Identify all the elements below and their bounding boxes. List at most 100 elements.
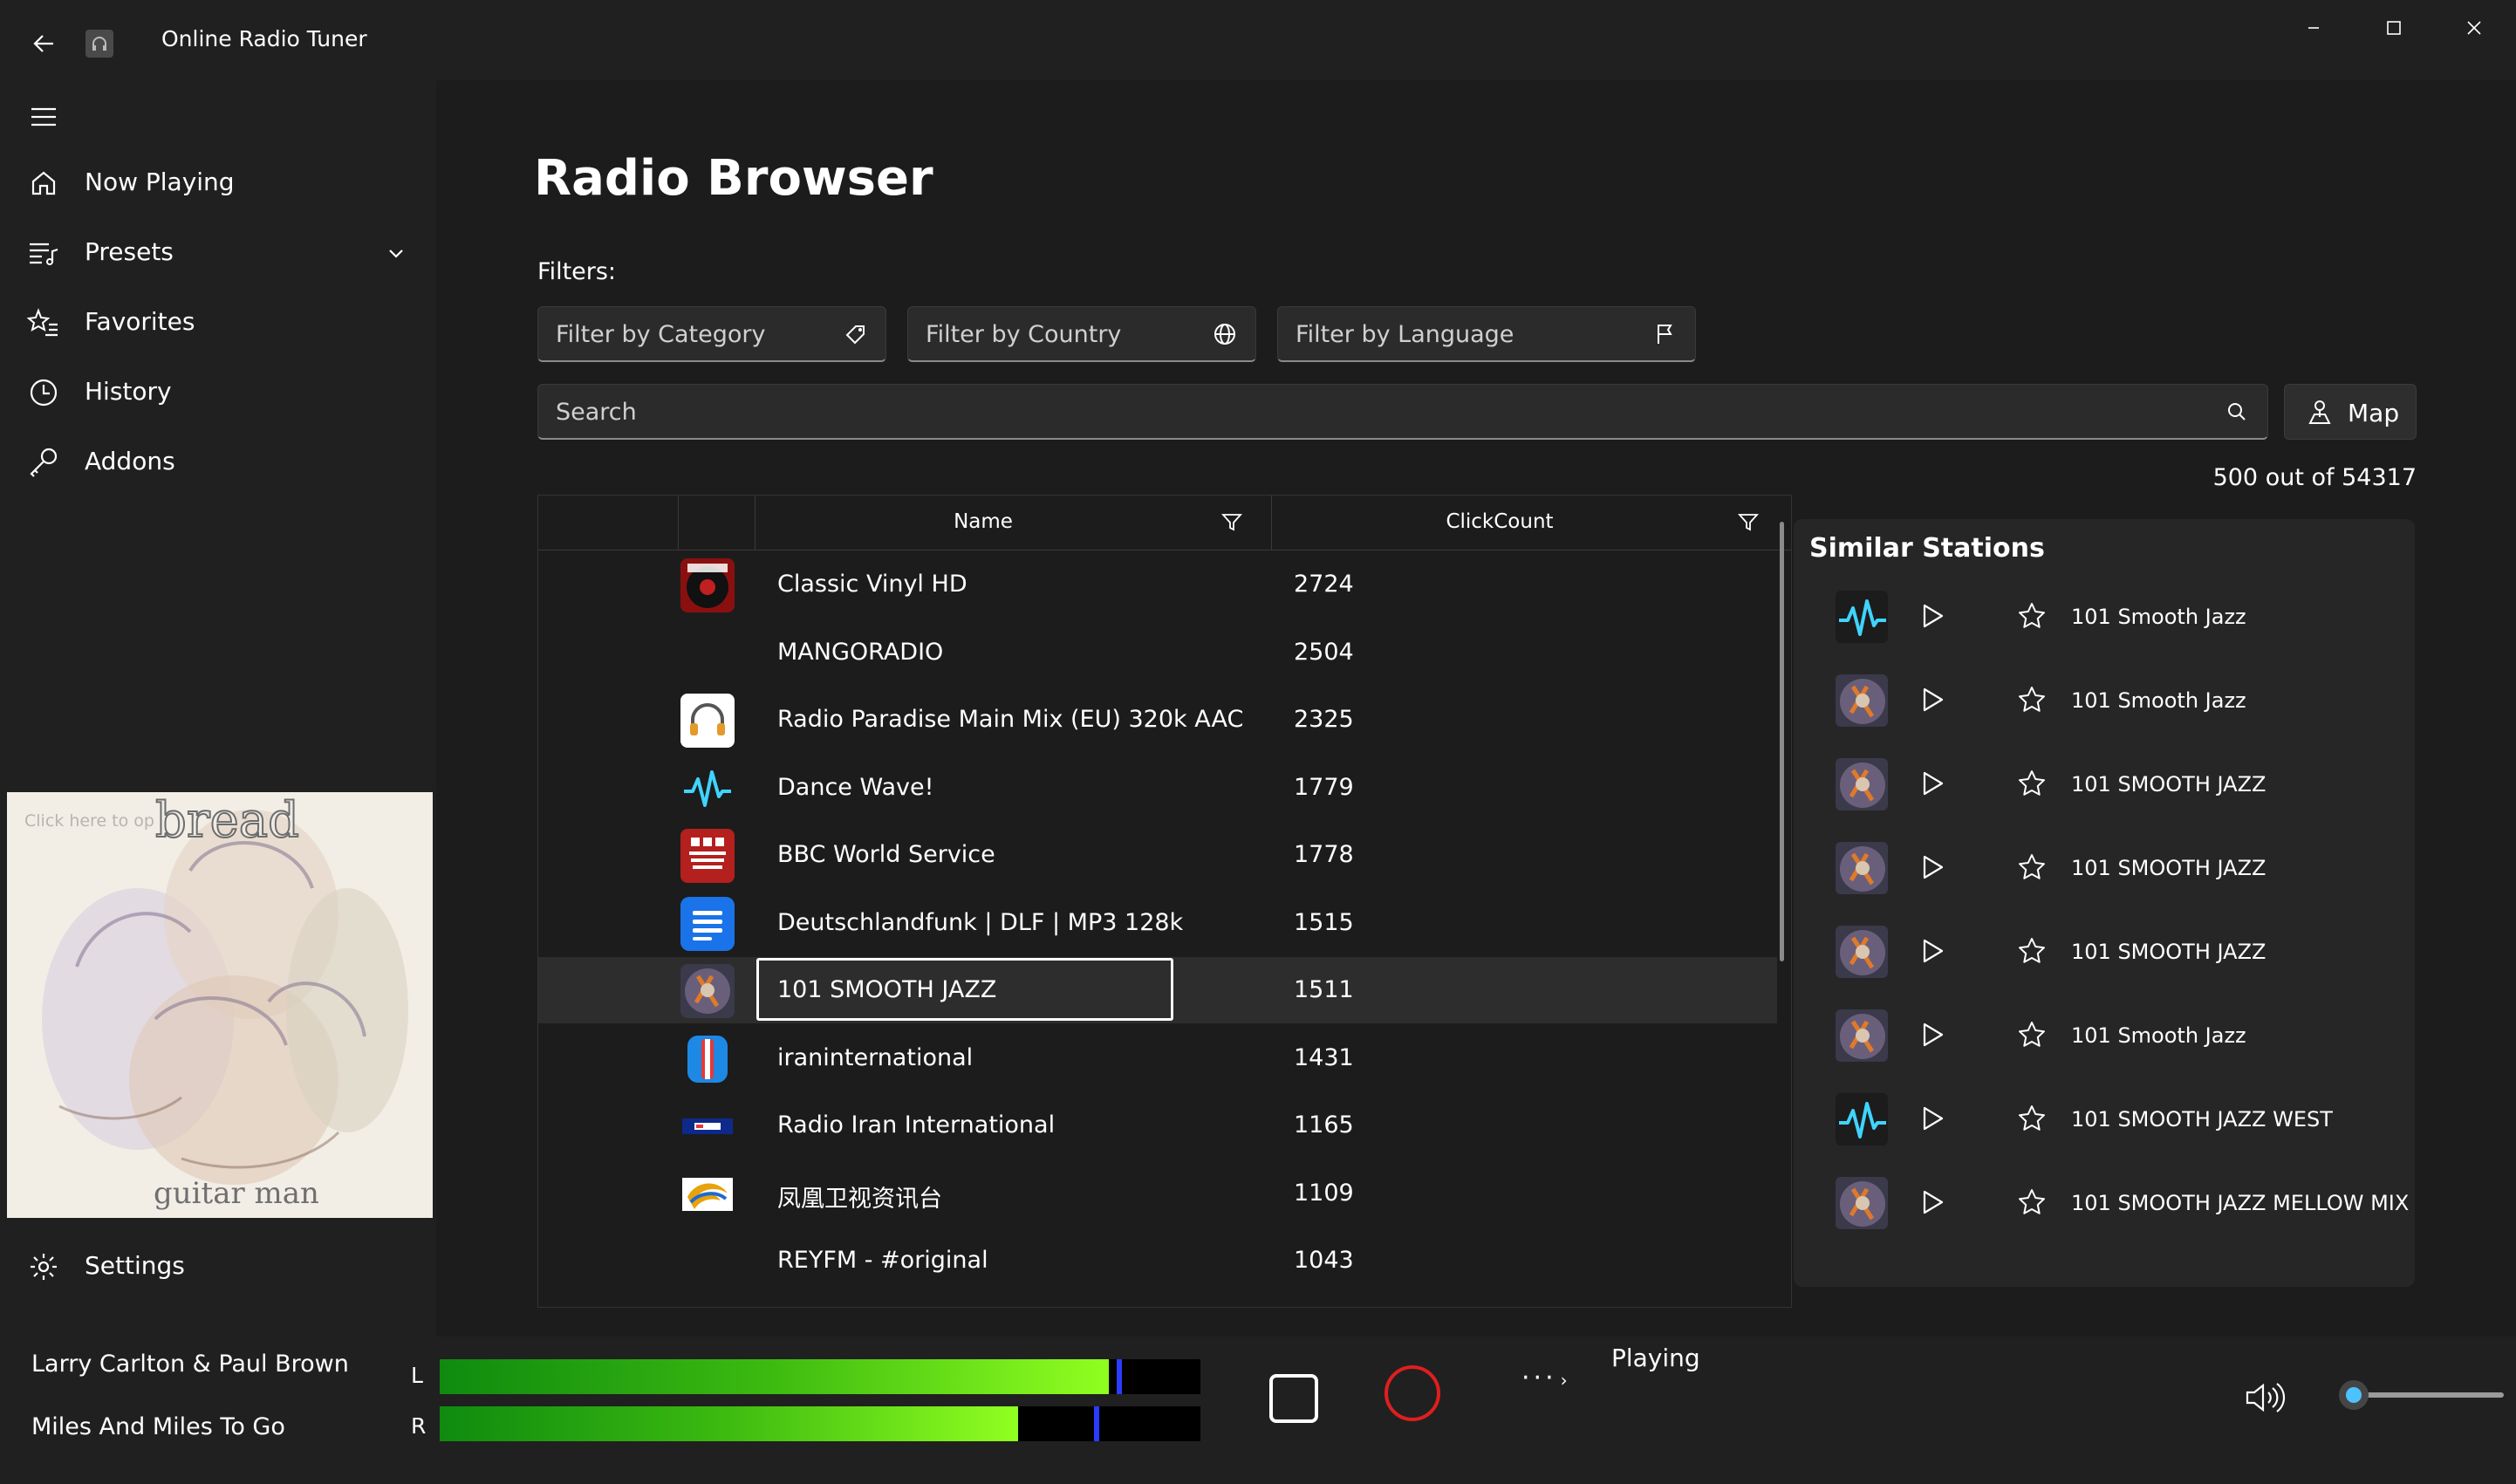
minimize-icon[interactable]: [2273, 0, 2354, 56]
column-header-name[interactable]: Name: [756, 510, 1210, 533]
filter-language-placeholder: Filter by Language: [1296, 321, 1514, 348]
maximize-icon[interactable]: [2354, 0, 2434, 56]
table-row[interactable]: Dance Wave! 1779: [538, 755, 1777, 821]
play-icon[interactable]: [1911, 1013, 1954, 1057]
filter-language-field[interactable]: Filter by Language: [1277, 306, 1696, 362]
now-playing-track: Miles And Miles To Go: [31, 1413, 285, 1440]
table-row[interactable]: BBC World Service 1778: [538, 822, 1777, 888]
grid-scrollbar[interactable]: [1780, 522, 1784, 961]
station-name-cell[interactable]: REYFM - #original: [777, 1247, 988, 1274]
similar-station-item[interactable]: 101 SMOOTH JAZZ MELLOW MIX: [1794, 1161, 2415, 1245]
nav-label-settings: Settings: [85, 1251, 185, 1280]
table-row[interactable]: iraninternational 1431: [538, 1025, 1777, 1091]
nav-favorites[interactable]: Favorites: [0, 291, 436, 354]
star-icon[interactable]: [2010, 1013, 2054, 1057]
volume-slider-thumb[interactable]: [2339, 1380, 2369, 1410]
app-headphones-icon: [85, 30, 113, 58]
volume-icon[interactable]: [2242, 1378, 2289, 1417]
right-channel-label: R: [411, 1413, 427, 1439]
nav-now-playing[interactable]: Now Playing: [0, 152, 436, 215]
filter-funnel-icon[interactable]: [1219, 509, 1245, 536]
click-count-cell: 2325: [1294, 706, 1354, 733]
volume-slider-track[interactable]: [2347, 1392, 2504, 1398]
search-icon[interactable]: [2224, 399, 2250, 425]
play-icon[interactable]: [1911, 678, 1954, 721]
station-name-cell[interactable]: 凤凰卫视资讯台: [777, 1180, 942, 1214]
table-row[interactable]: Radio Iran International 1165: [538, 1092, 1777, 1159]
record-button[interactable]: [1384, 1365, 1440, 1421]
stations-grid: Name ClickCount Classic Vinyl HD 2724 MANG…: [537, 495, 1792, 1308]
star-icon[interactable]: [2010, 929, 2054, 973]
filter-category-field[interactable]: Filter by Category: [537, 306, 886, 362]
table-row[interactable]: 101 SMOOTH JAZZ 1511: [538, 957, 1777, 1023]
hamburger-menu-icon[interactable]: [23, 96, 65, 138]
station-logo: [680, 896, 735, 951]
star-icon[interactable]: [2010, 1180, 2054, 1224]
globe-icon: [1210, 319, 1240, 349]
play-icon[interactable]: [1911, 845, 1954, 889]
nav-history[interactable]: History: [0, 361, 436, 424]
station-name-cell[interactable]: Radio Iran International: [777, 1111, 1055, 1139]
right-level-fill: [440, 1406, 1018, 1441]
table-row[interactable]: Deutschlandfunk | DLF | MP3 128k 1515: [538, 890, 1777, 956]
station-name-cell[interactable]: BBC World Service: [777, 841, 995, 868]
search-input[interactable]: Search: [537, 384, 2268, 440]
chevron-down-icon[interactable]: [380, 237, 412, 269]
stop-button[interactable]: [1269, 1374, 1318, 1423]
station-logo: [680, 694, 735, 748]
close-icon[interactable]: [2434, 0, 2514, 56]
station-name-cell[interactable]: iraninternational: [777, 1044, 973, 1071]
back-arrow-icon[interactable]: [24, 24, 63, 63]
column-header-clickcount[interactable]: ClickCount: [1273, 510, 1726, 533]
right-level-meter: [440, 1406, 1200, 1441]
map-button-label: Map: [2348, 399, 2400, 427]
similar-station-item[interactable]: 101 Smooth Jazz: [1794, 659, 2415, 742]
star-icon[interactable]: [2010, 678, 2054, 721]
nav-presets[interactable]: Presets: [0, 222, 436, 284]
similar-station-item[interactable]: 101 SMOOTH JAZZ: [1794, 826, 2415, 910]
table-row[interactable]: MANGORADIO 2504: [538, 619, 1777, 686]
album-hint-text: Click here to op: [24, 811, 154, 831]
column-separator: [1271, 496, 1272, 550]
more-options-button[interactable]: ··· ›: [1521, 1363, 1571, 1393]
click-count-cell: 1511: [1294, 976, 1354, 1003]
similar-station-item[interactable]: 101 SMOOTH JAZZ: [1794, 910, 2415, 994]
nav-addons[interactable]: Addons: [0, 431, 436, 494]
table-row[interactable]: REYFM - #original 1043: [538, 1228, 1777, 1294]
station-name-cell[interactable]: Radio Paradise Main Mix (EU) 320k AAC: [777, 706, 1243, 733]
star-icon[interactable]: [2010, 845, 2054, 889]
play-icon[interactable]: [1911, 594, 1954, 638]
nav-label-history: History: [85, 377, 172, 406]
nav-settings[interactable]: Settings: [0, 1235, 436, 1298]
play-icon[interactable]: [1911, 1097, 1954, 1140]
station-logo: [680, 1031, 735, 1086]
table-row[interactable]: Classic Vinyl HD 2724: [538, 551, 1777, 618]
filter-funnel-icon[interactable]: [1735, 509, 1761, 536]
station-logo: [680, 1166, 735, 1221]
play-icon[interactable]: [1911, 762, 1954, 805]
similar-station-item[interactable]: 101 Smooth Jazz: [1794, 994, 2415, 1077]
app-title: Online Radio Tuner: [161, 26, 367, 51]
nav-label-favorites: Favorites: [85, 307, 195, 336]
similar-station-item[interactable]: 101 SMOOTH JAZZ: [1794, 742, 2415, 826]
similar-station-name: 101 Smooth Jazz: [2071, 1023, 2246, 1048]
map-button[interactable]: Map: [2284, 384, 2417, 440]
star-icon[interactable]: [2010, 594, 2054, 638]
play-icon[interactable]: [1911, 929, 1954, 973]
more-options-label: ···: [1521, 1363, 1557, 1393]
play-icon[interactable]: [1911, 1180, 1954, 1224]
station-name-cell[interactable]: MANGORADIO: [777, 639, 943, 666]
star-icon[interactable]: [2010, 762, 2054, 805]
album-art[interactable]: Click here to op bread guitar man: [7, 792, 433, 1218]
table-row[interactable]: Radio Paradise Main Mix (EU) 320k AAC 232…: [538, 687, 1777, 753]
station-name-cell[interactable]: Classic Vinyl HD: [777, 571, 967, 598]
table-row[interactable]: 凤凰卫视资讯台 1109: [538, 1160, 1777, 1227]
similar-station-item[interactable]: 101 Smooth Jazz: [1794, 575, 2415, 659]
station-name-cell[interactable]: Deutschlandfunk | DLF | MP3 128k: [777, 909, 1183, 936]
star-icon[interactable]: [2010, 1097, 2054, 1140]
station-name-cell[interactable]: 101 SMOOTH JAZZ: [777, 976, 996, 1003]
filter-category-placeholder: Filter by Category: [556, 321, 766, 348]
filter-country-field[interactable]: Filter by Country: [907, 306, 1256, 362]
station-name-cell[interactable]: Dance Wave!: [777, 774, 933, 801]
similar-station-item[interactable]: 101 SMOOTH JAZZ WEST: [1794, 1077, 2415, 1161]
